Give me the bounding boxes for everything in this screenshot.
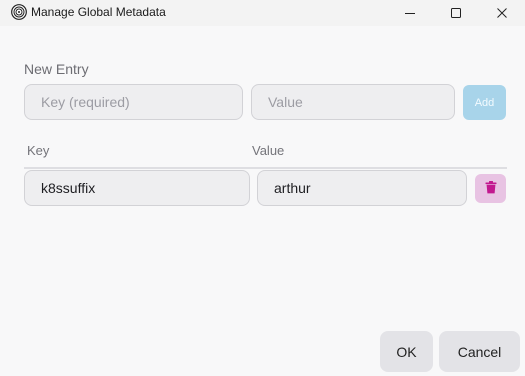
fingerprint-icon bbox=[11, 4, 27, 20]
row-key-input[interactable] bbox=[24, 170, 250, 206]
maximize-button[interactable] bbox=[433, 0, 479, 26]
dialog-content: New Entry Add Key Value OK Cancel bbox=[0, 26, 525, 376]
add-button[interactable]: Add bbox=[463, 85, 506, 120]
value-column-header: Value bbox=[252, 143, 285, 158]
delete-row-button[interactable] bbox=[475, 174, 506, 203]
close-icon bbox=[497, 8, 507, 18]
ok-button[interactable]: OK bbox=[380, 331, 433, 372]
window-title: Manage Global Metadata bbox=[31, 5, 166, 19]
new-value-input[interactable] bbox=[251, 84, 455, 120]
title-bar: Manage Global Metadata bbox=[0, 0, 525, 26]
close-button[interactable] bbox=[479, 0, 525, 26]
key-column-header: Key bbox=[27, 143, 50, 158]
minimize-icon bbox=[405, 8, 415, 18]
trash-icon bbox=[485, 180, 497, 197]
minimize-button[interactable] bbox=[387, 0, 433, 26]
row-value-input[interactable] bbox=[257, 170, 467, 206]
new-key-input[interactable] bbox=[24, 84, 243, 120]
maximize-icon bbox=[451, 8, 461, 18]
cancel-button[interactable]: Cancel bbox=[439, 331, 520, 372]
header-divider bbox=[24, 167, 507, 169]
new-entry-label: New Entry bbox=[24, 61, 89, 77]
